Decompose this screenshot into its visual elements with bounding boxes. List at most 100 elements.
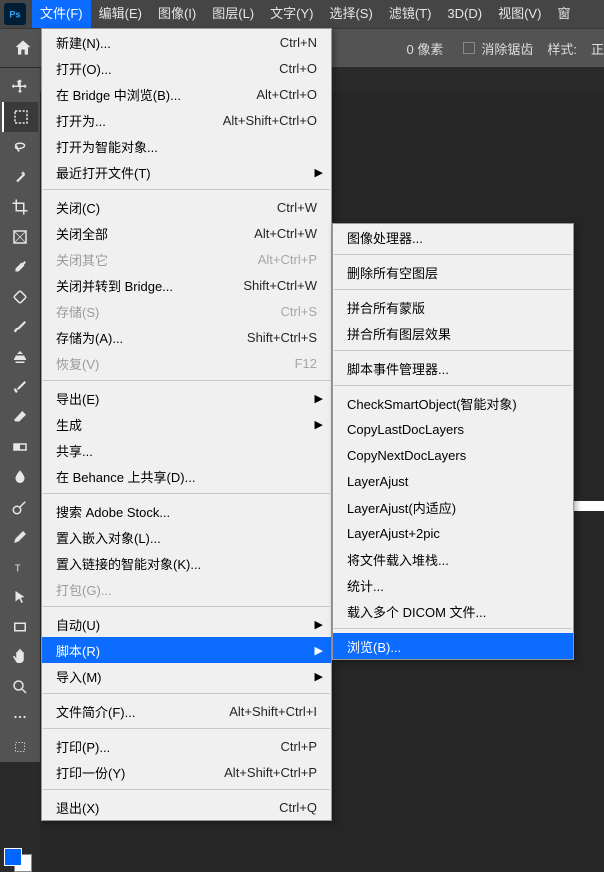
file-menu-item-2[interactable]: 在 Bridge 中浏览(B)...Alt+Ctrl+O [42, 81, 331, 107]
file-menu-item-8[interactable]: 关闭全部Alt+Ctrl+W [42, 220, 331, 246]
file-menu-item-1[interactable]: 打开(O)...Ctrl+O [42, 55, 331, 81]
file-menu-item-17[interactable]: 共享... [42, 437, 331, 463]
script-menu-item-0[interactable]: 图像处理器... [333, 224, 573, 250]
antialias-checkbox[interactable] [463, 42, 475, 54]
file-menu-item-4[interactable]: 打开为智能对象... [42, 133, 331, 159]
file-menu-accel-2: Alt+Ctrl+O [256, 87, 317, 102]
script-menu-label-17: 载入多个 DICOM 文件... [347, 602, 559, 621]
script-menu-item-19[interactable]: 浏览(B)... [333, 633, 573, 659]
lasso-tool[interactable] [2, 132, 38, 162]
file-menu-label-1: 打开(O)... [56, 59, 279, 78]
script-menu-label-15: 将文件载入堆栈... [347, 550, 559, 569]
script-menu-item-5[interactable]: 拼合所有图层效果 [333, 320, 573, 346]
ps-logo[interactable]: Ps [4, 3, 26, 25]
file-menu-label-29: 文件简介(F)... [56, 702, 229, 721]
script-menu-item-17[interactable]: 载入多个 DICOM 文件... [333, 598, 573, 624]
menu-6[interactable]: 滤镜(T) [381, 0, 440, 28]
menu-4[interactable]: 文字(Y) [262, 0, 321, 28]
file-menu-item-3[interactable]: 打开为...Alt+Shift+Ctrl+O [42, 107, 331, 133]
frame-tool[interactable] [2, 222, 38, 252]
submenu-arrow-icon: ▶ [315, 166, 323, 179]
file-menu-item-10[interactable]: 关闭并转到 Bridge...Shift+Ctrl+W [42, 272, 331, 298]
file-menu-item-32[interactable]: 打印一份(Y)Alt+Shift+Ctrl+P [42, 759, 331, 785]
color-swatches[interactable] [4, 848, 32, 868]
file-menu-item-25[interactable]: 自动(U)▶ [42, 611, 331, 637]
move-tool[interactable] [2, 72, 38, 102]
file-menu-label-11: 存储(S) [56, 302, 281, 321]
edit-toolbar[interactable] [2, 732, 38, 762]
script-menu-item-2[interactable]: 删除所有空图层 [333, 259, 573, 285]
script-menu-item-16[interactable]: 统计... [333, 572, 573, 598]
canvas-edge [574, 501, 604, 511]
file-menu-label-0: 新建(N)... [56, 33, 280, 52]
file-menu-item-34[interactable]: 退出(X)Ctrl+Q [42, 794, 331, 820]
file-menu-item-22[interactable]: 置入链接的智能对象(K)... [42, 550, 331, 576]
file-menu-item-5[interactable]: 最近打开文件(T)▶ [42, 159, 331, 185]
submenu-arrow-icon: ▶ [315, 644, 323, 657]
file-menu-item-0[interactable]: 新建(N)...Ctrl+N [42, 29, 331, 55]
script-menu-item-12[interactable]: LayerAjust [333, 468, 573, 494]
menu-2[interactable]: 图像(I) [150, 0, 204, 28]
eyedropper-tool[interactable] [2, 252, 38, 282]
toolbar-more[interactable] [2, 702, 38, 732]
script-menu-item-14[interactable]: LayerAjust+2pic [333, 520, 573, 546]
crop-tool[interactable] [2, 192, 38, 222]
type-tool[interactable]: T [2, 552, 38, 582]
script-menu-item-13[interactable]: LayerAjust(内适应) [333, 494, 573, 520]
file-menu-label-34: 退出(X) [56, 798, 279, 817]
gradient-tool[interactable] [2, 432, 38, 462]
file-menu-item-18[interactable]: 在 Behance 上共享(D)... [42, 463, 331, 489]
file-menu-label-25: 自动(U) [56, 615, 317, 634]
file-menu-item-26[interactable]: 脚本(R)▶ [42, 637, 331, 663]
brush-tool[interactable] [2, 312, 38, 342]
path-selection-tool[interactable] [2, 582, 38, 612]
menu-5[interactable]: 选择(S) [321, 0, 380, 28]
menu-1[interactable]: 编辑(E) [91, 0, 150, 28]
file-menu-item-29[interactable]: 文件简介(F)...Alt+Shift+Ctrl+I [42, 698, 331, 724]
file-menu-label-20: 搜索 Adobe Stock... [56, 502, 317, 521]
script-menu-item-9[interactable]: CheckSmartObject(智能对象) [333, 390, 573, 416]
dodge-tool[interactable] [2, 492, 38, 522]
svg-text:T: T [15, 564, 21, 575]
magic-wand-tool[interactable] [2, 162, 38, 192]
file-menu-accel-10: Shift+Ctrl+W [243, 278, 317, 293]
file-menu-label-5: 最近打开文件(T) [56, 163, 317, 182]
pen-tool[interactable] [2, 522, 38, 552]
file-menu-item-9: 关闭其它Alt+Ctrl+P [42, 246, 331, 272]
file-menu-item-7[interactable]: 关闭(C)Ctrl+W [42, 194, 331, 220]
file-menu-accel-1: Ctrl+O [279, 61, 317, 76]
home-button[interactable] [6, 33, 40, 63]
file-menu-item-16[interactable]: 生成▶ [42, 411, 331, 437]
file-menu-item-12[interactable]: 存储为(A)...Shift+Ctrl+S [42, 324, 331, 350]
menu-7[interactable]: 3D(D) [439, 0, 490, 28]
file-menu-label-21: 置入嵌入对象(L)... [56, 528, 317, 547]
script-menu-label-9: CheckSmartObject(智能对象) [347, 394, 559, 413]
script-menu-item-10[interactable]: CopyLastDocLayers [333, 416, 573, 442]
blur-tool[interactable] [2, 462, 38, 492]
file-menu-item-31[interactable]: 打印(P)...Ctrl+P [42, 733, 331, 759]
file-menu-item-27[interactable]: 导入(M)▶ [42, 663, 331, 689]
history-brush-tool[interactable] [2, 372, 38, 402]
healing-brush-tool[interactable] [2, 282, 38, 312]
clone-stamp-tool[interactable] [2, 342, 38, 372]
script-menu-item-4[interactable]: 拼合所有蒙版 [333, 294, 573, 320]
file-menu-label-2: 在 Bridge 中浏览(B)... [56, 85, 256, 104]
file-menu-item-21[interactable]: 置入嵌入对象(L)... [42, 524, 331, 550]
file-menu-label-23: 打包(G)... [56, 580, 317, 599]
script-menu-item-15[interactable]: 将文件载入堆栈... [333, 546, 573, 572]
rectangle-tool[interactable] [2, 612, 38, 642]
file-menu-label-16: 生成 [56, 415, 317, 434]
file-menu-item-15[interactable]: 导出(E)▶ [42, 385, 331, 411]
script-menu-item-11[interactable]: CopyNextDocLayers [333, 442, 573, 468]
hand-tool[interactable] [2, 642, 38, 672]
menu-8[interactable]: 视图(V) [490, 0, 549, 28]
marquee-tool[interactable] [2, 102, 38, 132]
menu-3[interactable]: 图层(L) [204, 0, 262, 28]
foreground-color[interactable] [4, 848, 22, 866]
file-menu-item-20[interactable]: 搜索 Adobe Stock... [42, 498, 331, 524]
zoom-tool[interactable] [2, 672, 38, 702]
menu-0[interactable]: 文件(F) [32, 0, 91, 28]
eraser-tool[interactable] [2, 402, 38, 432]
menu-9[interactable]: 窗 [549, 0, 578, 28]
script-menu-item-7[interactable]: 脚本事件管理器... [333, 355, 573, 381]
